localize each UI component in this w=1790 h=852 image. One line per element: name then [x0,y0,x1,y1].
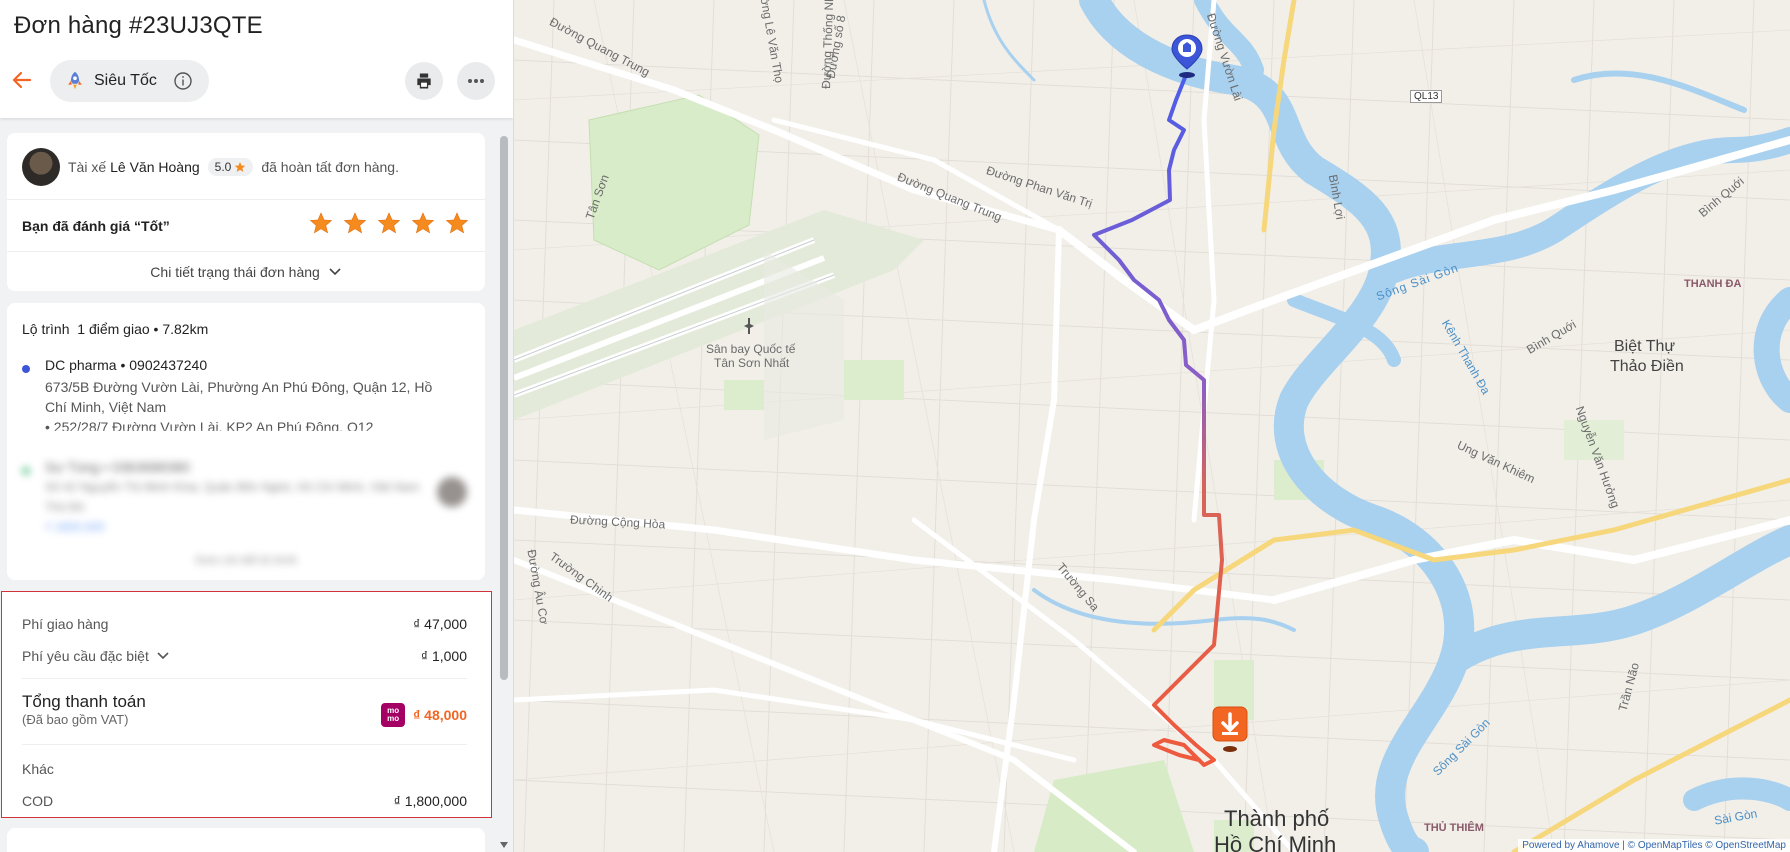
special-fee-value: ₫ 1,000 [420,648,467,664]
map-canvas[interactable] [514,0,1790,852]
map-label-airport-1: Sân bay Quốc tế [706,342,796,356]
special-fee-label: Phí yêu cầu đặc biệt [22,648,149,664]
total-label: Tổng thanh toán [22,692,146,711]
pickup-marker[interactable] [1169,33,1205,81]
order-status-link-label: Chi tiết trạng thái đơn hàng [150,264,320,280]
route-map[interactable]: Đường Quang Trung Đường Quang Trung Đườn… [514,0,1790,852]
order-header: Đơn hàng #23UJ3QTE Siêu Tốc [0,0,513,118]
map-label-airport-2: Tân Sơn Nhất [714,356,790,370]
map-label-city-2: Hồ Chí Minh [1214,832,1337,852]
order-status-toggle[interactable]: Chi tiết trạng thái đơn hàng [7,264,485,280]
next-card [7,828,485,852]
more-button[interactable] [457,62,495,100]
recipient-avatar [437,477,467,507]
scrollbar-thumb[interactable] [500,136,508,680]
route-more-link[interactable]: Xem chi tiết lộ trình [7,553,485,567]
service-type-pill[interactable]: Siêu Tốc [50,60,209,102]
total-value-group: mo mo ₫ 48,000 [381,703,467,727]
map-label-thu-thiem: THỦ THIÊM [1424,822,1484,834]
fade-overlay [7,428,485,444]
star-icon [377,212,401,234]
chevron-down-icon [329,268,341,276]
dropoff-pin-icon [1212,706,1248,752]
chevron-down-icon [157,652,169,660]
map-label-biet-thu-2: Thảo Điền [1610,358,1684,375]
order-detail-panel: Đơn hàng #23UJ3QTE Siêu Tốc Tài xế Lê Vă… [0,0,514,852]
dropoff-marker[interactable] [1210,705,1250,755]
total-vat-note: (Đã bao gồm VAT) [22,712,129,727]
pickup-address-line1: 673/5B Đường Vườn Lài, Phường An Phú Đôn… [45,379,433,395]
print-button[interactable] [405,62,443,100]
map-label-city-1: Thành phố [1224,806,1330,831]
driver-rating-value: 5.0 [214,160,232,174]
scroll-down-arrow-icon[interactable] [500,842,508,848]
dropoff-dot-icon [22,467,30,475]
dropoff-stop[interactable]: Sư Tùng • 0363688380 Số 42 Nguyễn Thị Mi… [22,457,455,537]
pickup-stop[interactable]: DC pharma • 0902437240 673/5B Đường Vườn… [22,355,455,431]
divider [22,744,467,745]
payment-summary-card: Phí giao hàng ₫ 47,000 Phí yêu cầu đặc b… [1,591,492,818]
momo-icon: mo mo [381,703,406,727]
driver-name: Lê Văn Hoàng [110,159,200,175]
driver-card: Tài xế Lê Văn Hoàng 5.0 đã hoàn tất đơn … [7,133,485,291]
driver-prefix: Tài xế [68,159,107,175]
route-summary: 1 điểm giao • 7.82km [77,321,209,337]
delivery-fee-label: Phí giao hàng [22,616,109,632]
cod-row: COD ₫ 1,800,000 [22,793,467,809]
printer-icon [417,73,431,89]
dropoff-address-line2: Thủ Đô [45,500,85,514]
star-icon [309,212,333,234]
star-icon [343,212,367,234]
service-label: Siêu Tốc [94,72,157,89]
rocket-icon [68,71,82,90]
pickup-pin-icon [1171,34,1203,78]
more-horizontal-icon [468,79,484,83]
rating-given-text: Bạn đã đánh giá “Tốt” [22,218,170,234]
driver-info-row: Tài xế Lê Văn Hoàng 5.0 đã hoàn tất đơn … [22,148,399,186]
driver-rating-badge: 5.0 [207,158,254,176]
pickup-address-line2: Chí Minh, Việt Nam [45,399,167,415]
map-label-biet-thu-1: Biệt Thự [1614,338,1676,355]
star-icon [445,212,469,234]
page-title: Đơn hàng #23UJ3QTE [14,12,263,39]
special-fee-row[interactable]: Phí yêu cầu đặc biệt ₫ 1,000 [22,648,467,664]
cod-value: ₫ 1,800,000 [393,793,467,809]
pickup-name: DC pharma • 0902437240 [45,357,208,373]
total-block: Tổng thanh toán (Đã bao gồm VAT) [22,692,146,727]
special-fee-toggle[interactable]: Phí yêu cầu đặc biệt [22,648,170,664]
dropoff-cod: ₫ 1800,000 [45,520,105,534]
total-value: ₫ 48,000 [413,707,467,723]
cod-label: COD [22,793,54,809]
other-label: Khác [22,761,54,777]
rating-stars [309,211,469,235]
dropoff-name: Sư Tùng • 0363688380 [45,459,190,475]
divider [7,251,485,252]
divider [7,199,485,200]
back-arrow-icon[interactable] [10,68,34,92]
delivery-fee-value: ₫ 47,000 [413,616,467,632]
route-label: Lộ trình [22,321,70,337]
divider [22,678,467,679]
delivery-fee-row: Phí giao hàng ₫ 47,000 [22,616,467,632]
driver-avatar [22,148,60,186]
star-icon [235,162,246,172]
driver-status-text: đã hoàn tất đơn hàng. [261,159,399,175]
map-attribution[interactable]: Powered by Ahamove | © OpenMapTiles © Op… [1518,839,1790,852]
map-label-ql13: QL13 [1410,90,1443,103]
other-header: Khác [22,761,467,777]
route-header: Lộ trình 1 điểm giao • 7.82km [22,321,208,337]
star-icon [411,212,435,234]
pickup-dot-icon [22,365,30,373]
info-icon[interactable] [173,71,193,91]
scrollbar[interactable] [499,126,509,848]
map-label-thanh-da: THANH ĐA [1684,278,1742,290]
dropoff-address: Số 42 Nguyễn Thị Minh Khai, Quận Bến Ngh… [45,480,420,494]
route-card: Lộ trình 1 điểm giao • 7.82km DC pharma … [7,303,485,580]
